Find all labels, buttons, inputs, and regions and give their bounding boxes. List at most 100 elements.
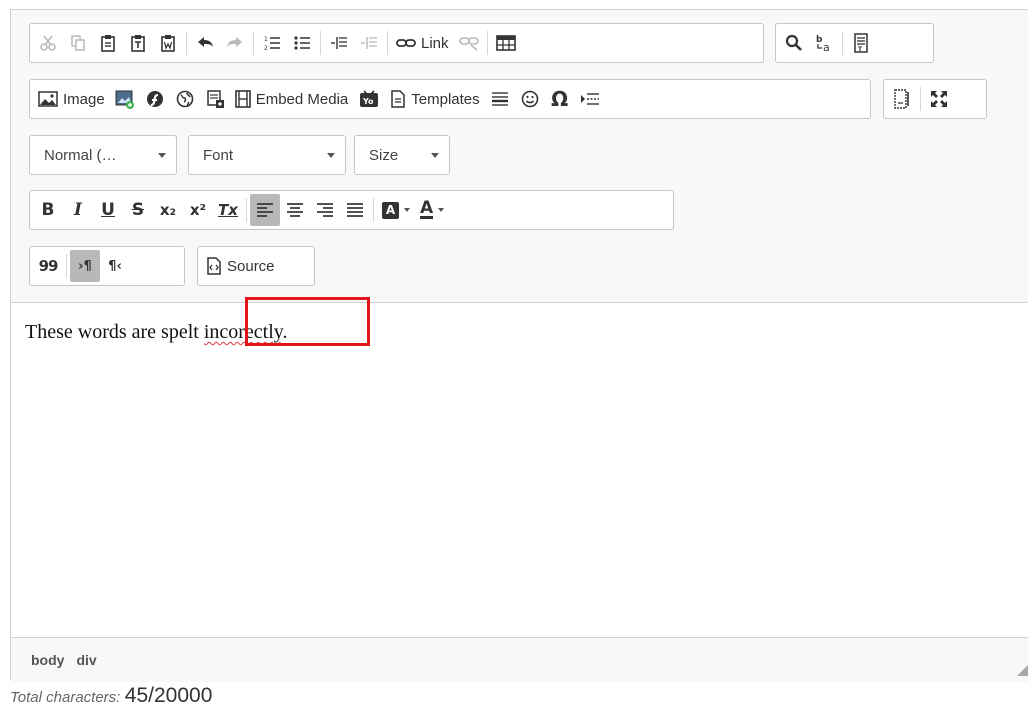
background-color-button[interactable]: A <box>377 194 415 226</box>
paragraph-text: These words are spelt <box>25 321 204 343</box>
rich-text-editor: 12 Link b a T Image Embed Media Yo Templ… <box>10 9 1028 682</box>
link-icon <box>396 39 416 47</box>
strikethrough-button[interactable]: S <box>123 194 153 226</box>
youtube-button[interactable]: Yo <box>353 83 385 115</box>
video-icon: Yo <box>360 90 379 107</box>
size-dropdown[interactable]: Size <box>354 135 450 175</box>
font-dropdown-value: Font <box>203 146 234 164</box>
templates-icon <box>391 90 406 108</box>
align-justify-icon <box>347 203 363 217</box>
show-blocks-button[interactable] <box>887 83 917 115</box>
templates-label: Templates <box>411 90 480 108</box>
numbered-list-button[interactable]: 12 <box>257 27 287 59</box>
maximize-button[interactable] <box>924 83 954 115</box>
bold-button[interactable]: B <box>33 194 63 226</box>
table-button[interactable] <box>491 27 521 59</box>
special-char-button[interactable]: Ω <box>545 83 575 115</box>
link-label: Link <box>421 34 449 52</box>
cut-button[interactable] <box>33 27 63 59</box>
character-counter-label: Total characters: <box>10 689 121 706</box>
replace-button[interactable]: ba <box>809 27 839 59</box>
templates-button[interactable]: Templates <box>385 83 484 115</box>
horizontal-line-button[interactable] <box>485 83 515 115</box>
paste-button[interactable] <box>93 27 123 59</box>
table-icon <box>495 35 516 51</box>
image-manager-button[interactable] <box>110 83 140 115</box>
undo-button[interactable] <box>190 27 220 59</box>
text-color-button[interactable]: A <box>415 194 449 226</box>
element-path: body div <box>31 652 97 668</box>
widget-add-icon <box>206 90 224 108</box>
paste-word-button[interactable] <box>153 27 183 59</box>
widget-button[interactable] <box>200 83 230 115</box>
image-button[interactable]: Image <box>33 83 110 115</box>
indent-icon <box>361 37 377 49</box>
underline-button[interactable]: U <box>93 194 123 226</box>
bulleted-list-button[interactable] <box>287 27 317 59</box>
italic-button[interactable]: I <box>63 194 93 226</box>
text-direction-ltr-button[interactable]: ›¶ <box>70 250 100 282</box>
increase-indent-button[interactable] <box>354 27 384 59</box>
spellcheck-icon: T <box>854 33 868 53</box>
spellcheck-button[interactable]: T <box>846 27 876 59</box>
redo-button[interactable] <box>220 27 250 59</box>
chevron-down-icon <box>431 152 439 158</box>
bulleted-list-icon <box>294 36 310 50</box>
rtl-icon: ¶‹ <box>108 258 122 274</box>
remove-format-button[interactable]: Tx <box>213 194 243 226</box>
blockquote-button[interactable]: 99 <box>33 250 63 282</box>
scissors-icon <box>40 35 56 51</box>
subscript-button[interactable]: x₂ <box>153 194 183 226</box>
text-direction-rtl-button[interactable]: ¶‹ <box>100 250 130 282</box>
ltr-icon: ›¶ <box>78 258 92 274</box>
source-label: Source <box>227 257 275 275</box>
chevron-down-icon <box>327 152 335 158</box>
find-button[interactable] <box>779 27 809 59</box>
background-color-glyph: A <box>385 203 396 217</box>
embed-media-button[interactable]: Embed Media <box>230 83 354 115</box>
page-break-icon <box>580 93 599 105</box>
editor-status-bar: body div <box>11 637 1028 682</box>
format-dropdown[interactable]: Normal (… <box>29 135 177 175</box>
link-button[interactable]: Link <box>391 27 454 59</box>
toolbar-group-source: Source <box>197 246 315 286</box>
align-justify-button[interactable] <box>340 194 370 226</box>
align-right-icon <box>317 203 333 217</box>
toolbar-group-insert: Image Embed Media Yo Templates Ω <box>29 79 871 119</box>
format-dropdown-value: Normal (… <box>44 146 117 164</box>
align-right-button[interactable] <box>310 194 340 226</box>
image-label: Image <box>63 90 105 108</box>
source-code-icon <box>207 257 221 275</box>
smiley-button[interactable] <box>515 83 545 115</box>
toolbar-separator <box>186 31 187 55</box>
source-button[interactable]: Source <box>201 250 280 282</box>
flash-button[interactable] <box>140 83 170 115</box>
decrease-indent-button[interactable] <box>324 27 354 59</box>
toolbar-group-basicstyles: B I U S x₂ x² Tx A A <box>29 190 674 230</box>
element-path-div[interactable]: div <box>76 652 96 668</box>
align-center-icon <box>287 203 303 217</box>
svg-text:Yo: Yo <box>362 97 374 106</box>
unlink-button[interactable] <box>454 27 484 59</box>
globe-icon <box>176 90 194 108</box>
copy-icon <box>71 35 85 51</box>
superscript-icon: x² <box>189 200 207 219</box>
toolbar-separator <box>246 198 247 222</box>
iframe-button[interactable] <box>170 83 200 115</box>
resize-handle-icon[interactable] <box>1017 662 1028 676</box>
align-left-button[interactable] <box>250 194 280 226</box>
editor-toolbar: 12 Link b a T Image Embed Media Yo Templ… <box>11 10 1028 303</box>
element-path-body[interactable]: body <box>31 652 64 668</box>
editor-content-area[interactable]: These words are spelt incorectly. <box>11 303 1028 636</box>
font-dropdown[interactable]: Font <box>188 135 346 175</box>
align-center-button[interactable] <box>280 194 310 226</box>
toolbar-separator <box>920 87 921 111</box>
flash-icon <box>146 91 163 107</box>
copy-button[interactable] <box>63 27 93 59</box>
superscript-button[interactable]: x² <box>183 194 213 226</box>
svg-text:a: a <box>823 41 830 53</box>
toolbar-separator <box>373 198 374 222</box>
paste-text-button[interactable] <box>123 27 153 59</box>
page-break-button[interactable] <box>575 83 605 115</box>
horizontal-rule-icon <box>491 92 508 106</box>
